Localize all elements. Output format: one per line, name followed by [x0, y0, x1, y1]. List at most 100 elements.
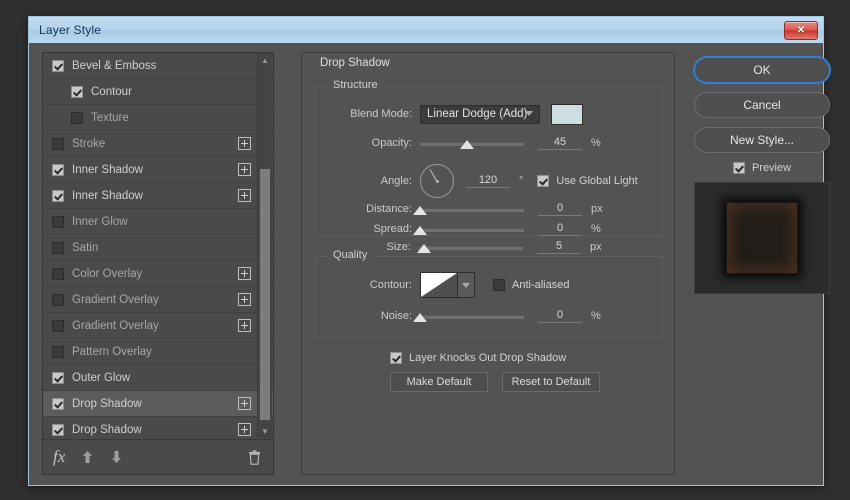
effect-row[interactable]: Inner Glow: [43, 209, 273, 235]
quality-group-label: Quality: [328, 249, 373, 261]
slider-track: [420, 228, 524, 232]
make-default-button[interactable]: Make Default: [390, 372, 488, 392]
window-title: Layer Style: [39, 23, 102, 37]
add-effect-icon[interactable]: [238, 189, 251, 202]
spread-input[interactable]: 0: [538, 222, 582, 236]
effect-checkbox[interactable]: [52, 59, 64, 72]
scroll-down-icon[interactable]: ▼: [258, 424, 272, 438]
effect-checkbox[interactable]: [52, 267, 64, 280]
angle-input[interactable]: 120: [466, 174, 510, 188]
effect-row[interactable]: Drop Shadow: [43, 391, 273, 417]
effect-row[interactable]: Satin: [43, 235, 273, 261]
add-effect-icon[interactable]: [238, 397, 251, 410]
effect-label: Outer Glow: [72, 371, 131, 384]
effect-checkbox[interactable]: [52, 293, 64, 306]
contour-dropdown-icon[interactable]: [458, 272, 475, 298]
contour-preview[interactable]: [420, 272, 458, 298]
effects-scrollbar[interactable]: ▲ ▼: [257, 53, 272, 438]
effects-list[interactable]: Bevel & Emboss Contour Texture Stroke Inner …: [43, 53, 273, 438]
effect-row[interactable]: Gradient Overlay: [43, 313, 273, 339]
effect-checkbox[interactable]: [52, 163, 64, 176]
size-unit: px: [590, 241, 602, 253]
effect-checkbox[interactable]: [52, 319, 64, 332]
effect-checkbox[interactable]: [52, 137, 64, 150]
slider-knob[interactable]: [417, 244, 432, 253]
slider-knob[interactable]: [413, 313, 427, 322]
structure-group: Structure Blend Mode: Linear Dodge (Add)…: [315, 79, 663, 236]
effect-row[interactable]: Bevel & Emboss: [43, 53, 273, 79]
panel-title: Drop Shadow: [320, 57, 390, 69]
effect-checkbox[interactable]: [52, 189, 64, 202]
slider-knob[interactable]: [413, 206, 427, 215]
effect-label: Inner Shadow: [72, 163, 143, 176]
effect-checkbox[interactable]: [52, 423, 64, 436]
effect-checkbox[interactable]: [52, 371, 64, 384]
effect-checkbox[interactable]: [52, 241, 64, 254]
spread-slider[interactable]: [413, 223, 524, 235]
noise-unit: %: [591, 310, 601, 322]
shadow-color-swatch[interactable]: [551, 103, 583, 125]
noise-label: Noise:: [380, 310, 412, 322]
effect-checkbox[interactable]: [71, 111, 83, 124]
close-icon[interactable]: ✕: [784, 21, 818, 40]
effect-row[interactable]: Contour: [43, 79, 273, 105]
angle-dial[interactable]: [420, 164, 454, 198]
spread-unit: %: [591, 223, 601, 235]
cancel-button[interactable]: Cancel: [694, 92, 830, 118]
delete-icon[interactable]: [248, 449, 261, 465]
opacity-input[interactable]: 45: [538, 136, 582, 150]
distance-unit: px: [591, 203, 603, 215]
structure-group-label: Structure: [328, 79, 383, 91]
size-slider[interactable]: [417, 241, 523, 253]
move-down-icon[interactable]: [110, 450, 123, 464]
distance-slider[interactable]: [413, 203, 524, 215]
scroll-up-icon[interactable]: ▲: [258, 53, 272, 67]
effect-row[interactable]: Color Overlay: [43, 261, 273, 287]
effects-toolbar: fx: [43, 439, 273, 474]
effect-row[interactable]: Inner Shadow: [43, 157, 273, 183]
effect-row[interactable]: Stroke: [43, 131, 273, 157]
slider-knob[interactable]: [413, 226, 427, 235]
effect-checkbox[interactable]: [52, 397, 64, 410]
effect-label: Inner Glow: [72, 215, 128, 228]
effect-label: Drop Shadow: [72, 397, 142, 410]
effect-row[interactable]: Drop Shadow: [43, 417, 273, 438]
effect-row[interactable]: Gradient Overlay: [43, 287, 273, 313]
distance-input[interactable]: 0: [538, 202, 582, 216]
effect-checkbox[interactable]: [71, 85, 83, 98]
use-global-light-checkbox[interactable]: [537, 175, 550, 187]
new-style-button[interactable]: New Style...: [694, 127, 830, 153]
add-effect-icon[interactable]: [238, 267, 251, 280]
reset-to-default-button[interactable]: Reset to Default: [502, 372, 600, 392]
fx-icon[interactable]: fx: [53, 447, 65, 467]
add-effect-icon[interactable]: [238, 163, 251, 176]
add-effect-icon[interactable]: [238, 293, 251, 306]
blend-mode-select[interactable]: Linear Dodge (Add): [420, 104, 540, 124]
effect-label: Contour: [91, 85, 132, 98]
add-effect-icon[interactable]: [238, 423, 251, 436]
effect-label: Satin: [72, 241, 99, 254]
effect-checkbox[interactable]: [52, 215, 64, 228]
ok-button[interactable]: OK: [694, 57, 830, 83]
effect-row[interactable]: Texture: [43, 105, 273, 131]
quality-group: Quality Contour: Anti-aliased Noise: 0 %: [315, 249, 663, 338]
add-effect-icon[interactable]: [238, 137, 251, 150]
preview-checkbox[interactable]: [732, 162, 745, 174]
opacity-slider[interactable]: [420, 137, 524, 149]
anti-aliased-checkbox[interactable]: [493, 279, 505, 291]
scrollbar-thumb[interactable]: [260, 169, 270, 420]
move-up-icon[interactable]: [81, 450, 94, 464]
effect-label: Pattern Overlay: [72, 345, 152, 358]
effect-row[interactable]: Inner Shadow: [43, 183, 273, 209]
add-effect-icon[interactable]: [238, 319, 251, 332]
angle-label: Angle:: [380, 175, 412, 187]
effect-row[interactable]: Outer Glow: [43, 365, 273, 391]
effect-checkbox[interactable]: [52, 345, 64, 358]
layer-knocks-out-checkbox[interactable]: [390, 352, 402, 364]
noise-slider[interactable]: [413, 310, 524, 322]
anti-aliased-label: Anti-aliased: [512, 279, 570, 291]
noise-input[interactable]: 0: [538, 309, 582, 323]
size-input[interactable]: 5: [537, 240, 581, 254]
effect-row[interactable]: Pattern Overlay: [43, 339, 273, 365]
slider-knob[interactable]: [459, 140, 474, 149]
